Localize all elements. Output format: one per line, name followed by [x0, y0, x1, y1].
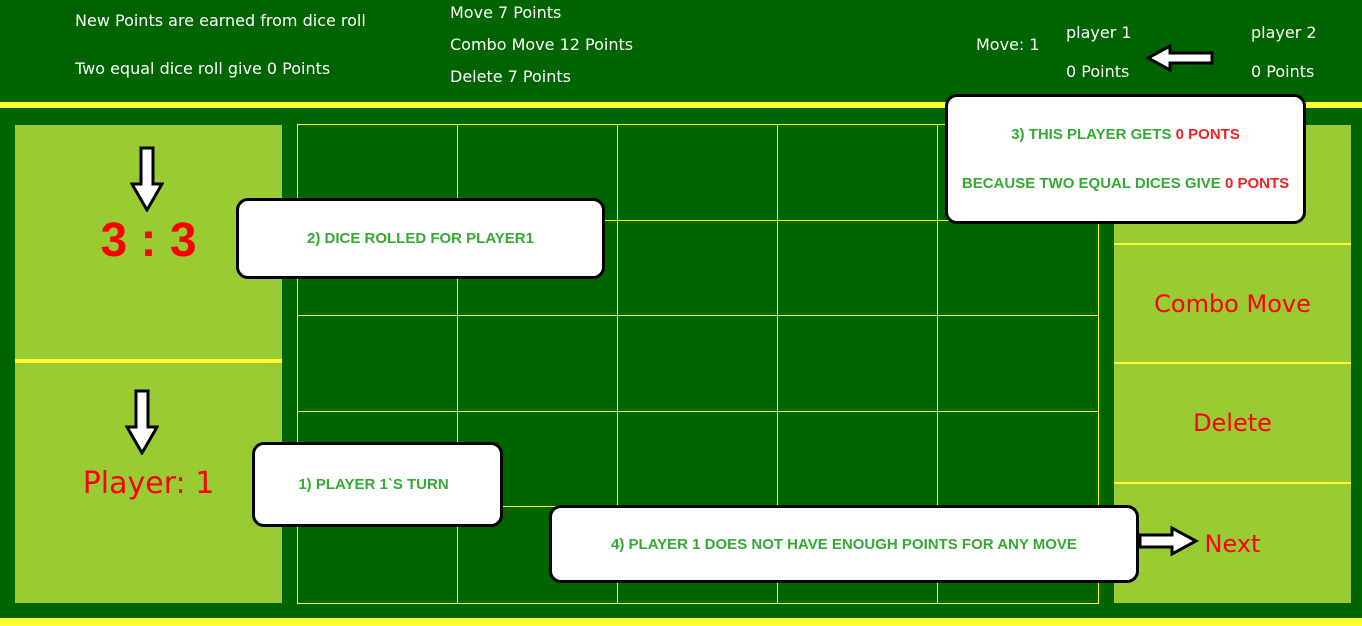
callout-player-turn: 1) PLAYER 1`S TURN [252, 442, 503, 527]
board-cell[interactable] [618, 125, 778, 221]
board-cell[interactable] [938, 316, 1098, 412]
left-arrow-icon [1146, 44, 1214, 72]
board-cell[interactable] [778, 316, 938, 412]
board-cell[interactable] [778, 125, 938, 221]
right-arrow-icon [1138, 526, 1200, 556]
board-cell[interactable] [298, 316, 458, 412]
rule-new-points: New Points are earned from dice roll [75, 11, 366, 30]
down-arrow-icon [125, 389, 159, 455]
callout-1-text: 1) PLAYER 1`S TURN [298, 476, 449, 493]
move-counter: Move: 1 [976, 35, 1040, 54]
callout-3-line2: BECAUSE TWO EQUAL DICES GIVE [961, 175, 1225, 192]
callout-4-text: 4) PLAYER 1 DOES NOT HAVE ENOUGH POINTS … [611, 535, 1077, 553]
delete-button[interactable]: Delete [1114, 364, 1351, 482]
callout-3-highlight: 0 PONTS [1224, 175, 1290, 192]
board-cell[interactable] [618, 316, 778, 412]
cost-combo-move: Combo Move 12 Points [450, 35, 634, 54]
current-player: Player: 1 [82, 466, 215, 501]
player1-name: player 1 [1066, 23, 1132, 42]
board-cell[interactable] [778, 411, 938, 508]
callout-points-explanation: 3) THIS PLAYER GETS 0 PONTS BECAUSE TWO … [945, 94, 1306, 224]
player2-name: player 2 [1251, 23, 1317, 42]
callout-not-enough-points: 4) PLAYER 1 DOES NOT HAVE ENOUGH POINTS … [549, 505, 1139, 583]
combo-move-button[interactable]: Combo Move [1114, 245, 1351, 362]
board-cell[interactable] [938, 221, 1098, 317]
board-cell[interactable] [458, 316, 618, 412]
callout-2-text: 2) DICE ROLLED FOR PLAYER1 [307, 230, 534, 247]
cost-move: Move 7 Points [450, 3, 562, 22]
cost-delete: Delete 7 Points [450, 67, 571, 86]
board-cell[interactable] [938, 412, 1098, 508]
down-arrow-icon [130, 146, 164, 212]
player1-points: 0 Points [1066, 62, 1130, 81]
callout-3-line1: 3) THIS PLAYER GETS [1011, 126, 1176, 143]
player2-points: 0 Points [1251, 62, 1315, 81]
callout-3-highlight: 0 PONTS [1175, 126, 1240, 143]
callout-dice-rolled: 2) DICE ROLLED FOR PLAYER1 [236, 198, 605, 279]
rule-equal-dice: Two equal dice roll give 0 Points [75, 59, 331, 78]
board-cell[interactable] [618, 411, 778, 508]
board-cell[interactable] [778, 220, 938, 317]
board-cell[interactable] [618, 220, 778, 317]
footer-divider [0, 618, 1362, 626]
